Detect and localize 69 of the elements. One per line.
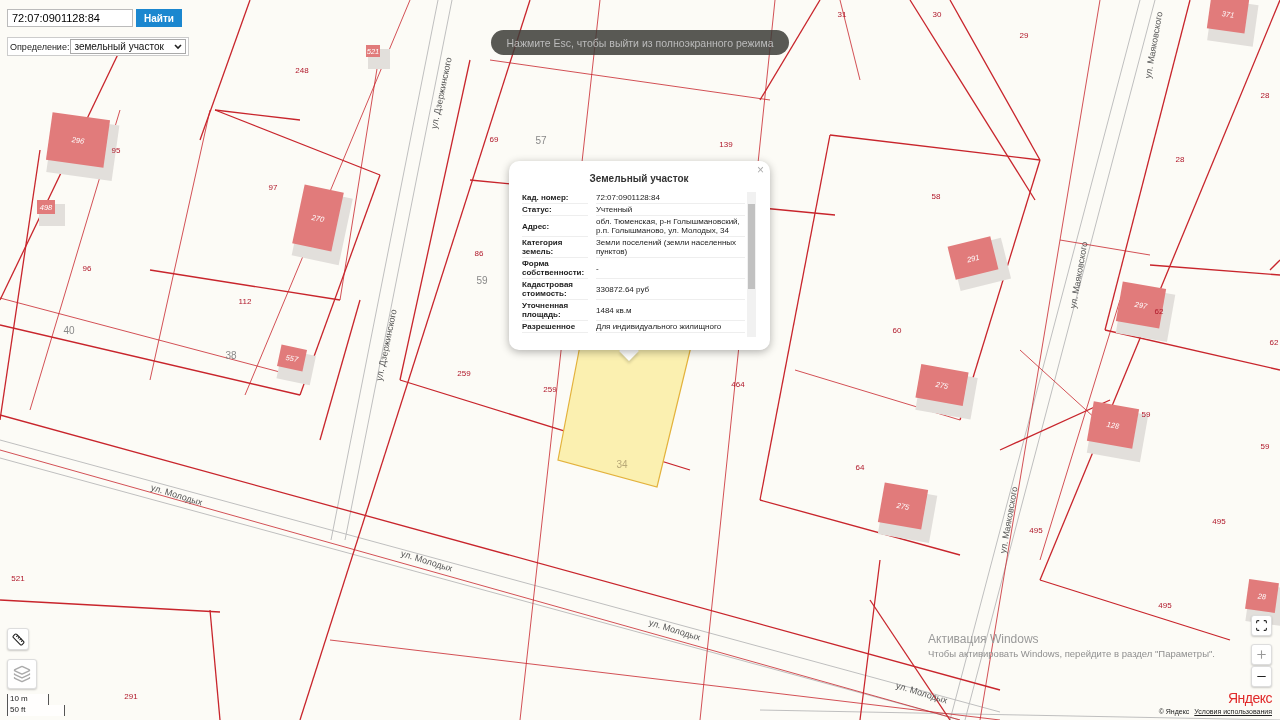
field-label: Уточненная площадь: (522, 300, 588, 321)
fullscreen-icon (1255, 619, 1268, 632)
field-value: Учтенный (596, 204, 745, 216)
yandex-logo: Яндекс (1227, 690, 1272, 706)
field-label: Форма собственности: (522, 258, 588, 279)
plot-number: 86 (474, 248, 484, 258)
fullscreen-button[interactable] (1251, 615, 1272, 636)
plot-number: 495 (1158, 600, 1172, 610)
plot-number: 291 (124, 691, 138, 701)
cadastral-number-input[interactable]: 72:07:0901128:84 (7, 9, 133, 27)
field-value: Земли поселений (земли населенных пунктов) (596, 237, 745, 258)
plot-number: 464 (731, 379, 745, 389)
plot-number: 95 (111, 145, 121, 155)
scale-label: 10 m (7, 694, 49, 705)
block-number: 38 (225, 349, 237, 361)
plot-number: 58 (931, 191, 941, 201)
ruler-icon (11, 632, 25, 646)
plot-number: 28 (1175, 154, 1185, 164)
plot-number: 248 (295, 65, 309, 75)
plot-number: 495 (1212, 516, 1226, 526)
chevron-down-icon (173, 43, 182, 50)
plot-number: 97 (268, 182, 278, 192)
plot-number: 521 (11, 573, 25, 583)
block-number: 59 (476, 274, 488, 286)
plot-number: 495 (1029, 525, 1043, 535)
field-label: Категория земель: (522, 237, 588, 258)
layers-button[interactable] (7, 659, 37, 689)
plot-number: 112 (238, 296, 252, 306)
plot-number: 139 (719, 139, 733, 149)
zoom-out-button[interactable] (1251, 666, 1272, 687)
block-number: 57 (535, 134, 547, 146)
plot-number: 64 (855, 462, 865, 472)
plot-number: 259 (457, 368, 471, 378)
field-label: Разрешенное (522, 321, 588, 333)
plot-number: 59 (1260, 441, 1270, 451)
plot-number: 259 (543, 384, 557, 394)
plot-number: 60 (892, 325, 902, 335)
popup-title: Земельный участок (588, 173, 690, 184)
plot-number: 96 (82, 263, 92, 273)
ruler-button[interactable] (7, 628, 29, 650)
zoom-in-button[interactable] (1251, 644, 1272, 665)
field-value: 72:07:0901128:84 (596, 192, 745, 204)
fullscreen-notice: Нажмите Esc, чтобы выйти из полноэкранного режима (491, 30, 789, 55)
definition-select[interactable]: земельный участок (70, 39, 186, 54)
scale-label: 50 ft (7, 705, 65, 716)
find-button[interactable]: Найти (136, 9, 182, 27)
plot-number: 59 (1141, 409, 1151, 419)
field-value: - (596, 258, 745, 279)
field-label: Статус: (522, 204, 588, 216)
plot-number: 62 (1154, 306, 1164, 316)
block-number: 40 (63, 324, 75, 336)
field-value: 330872.64 руб (596, 279, 745, 300)
scrollbar[interactable] (747, 192, 756, 337)
block-number: 34 (616, 458, 628, 470)
plot-number: 28 (1260, 90, 1270, 100)
plot-number: 62 (1269, 337, 1279, 347)
plot-number: 31 (837, 9, 847, 19)
plot-number: 69 (489, 134, 499, 144)
plus-icon (1255, 648, 1268, 661)
plot-number: 29 (1019, 30, 1029, 40)
field-label: Адрес: (522, 216, 588, 237)
field-label: Кад. номер: (522, 192, 588, 204)
field-value: 1484 кв.м (596, 300, 745, 321)
field-label: Кадастровая стоимость: (522, 279, 588, 300)
field-value: Для индивидуального жилищного (596, 321, 745, 333)
field-value: обл. Тюменская, р-н Голышмановский, р.п. Голышманово, ул. Молодых, 34 (596, 216, 745, 237)
definition-label: Определение: (10, 41, 70, 52)
plot-number: 30 (932, 9, 942, 19)
layers-icon (13, 665, 31, 683)
